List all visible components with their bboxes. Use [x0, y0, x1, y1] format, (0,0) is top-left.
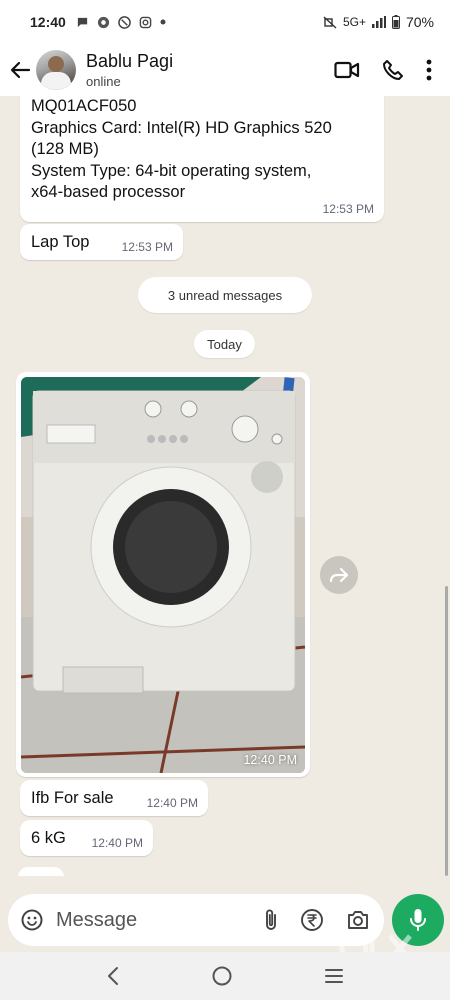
voice-call-button[interactable]: [382, 59, 404, 81]
battery-percent: 70%: [405, 14, 434, 30]
typing-indicator: [18, 867, 64, 876]
message-composer: [8, 894, 384, 946]
status-time: 12:40: [30, 14, 66, 30]
message-time: 12:40 PM: [146, 796, 198, 810]
message-time: 12:40 PM: [91, 836, 143, 850]
avatar[interactable]: [36, 50, 76, 90]
typing-dot: [47, 875, 53, 876]
typing-dot: [38, 875, 44, 876]
nav-recents-button[interactable]: [324, 967, 344, 985]
contact-name: Bablu Pagi: [86, 51, 174, 71]
contact-info[interactable]: Bablu Pagi online: [86, 51, 173, 89]
back-nav-icon: [107, 967, 118, 985]
message-text: Ifb For sale: [31, 789, 114, 807]
more-options-button[interactable]: [426, 59, 432, 81]
date-divider: Today: [194, 330, 255, 358]
more-vert-icon: [426, 59, 432, 81]
spec-line-2: Graphics Card: Intel(R) HD Graphics 520: [31, 118, 332, 137]
image-time: 12:40 PM: [243, 753, 297, 767]
forward-icon: [329, 567, 349, 583]
message-bubble-sale[interactable]: Ifb For sale 12:40 PM: [20, 780, 208, 816]
voice-call-icon: [383, 60, 403, 80]
instagram-icon: [139, 16, 152, 28]
status-right: 5G+ 70%: [323, 14, 434, 30]
chrome-icon: [97, 16, 109, 28]
message-time: 12:53 PM: [121, 240, 173, 254]
video-call-icon: [334, 61, 360, 79]
forward-button[interactable]: [320, 556, 358, 594]
spec-line-4: System Type: 64-bit operating system,: [31, 161, 312, 180]
message-bubble-laptop[interactable]: Lap Top 12:53 PM: [20, 224, 183, 260]
chat-icon: [77, 17, 87, 27]
unread-messages-banner: 3 unread messages: [138, 277, 312, 313]
system-nav-bar: [0, 952, 450, 1000]
signal-icon: [371, 16, 386, 28]
message-text: 6 kG: [31, 829, 66, 847]
emoji-icon: [21, 909, 43, 931]
scrollbar[interactable]: [445, 586, 448, 876]
back-button[interactable]: [4, 50, 36, 90]
battery-icon: [391, 15, 400, 29]
washing-machine-illustration: [21, 377, 305, 773]
washing-machine-photo[interactable]: 12:40 PM: [21, 377, 305, 773]
header-actions: [334, 59, 432, 81]
message-bubble-image[interactable]: 12:40 PM: [16, 372, 310, 777]
recents-nav-icon: [325, 969, 344, 983]
spec-line-1: MQ01ACF050: [31, 97, 137, 115]
chat-area[interactable]: MQ01ACF050 Graphics Card: Intel(R) HD Gr…: [0, 96, 450, 876]
message-time: 12:53 PM: [322, 202, 374, 216]
status-bar: 12:40 5G+ 70%: [0, 0, 450, 44]
notification-icons: [76, 15, 166, 29]
attach-button[interactable]: [264, 908, 278, 932]
message-text: Lap Top: [31, 233, 90, 251]
nav-back-button[interactable]: [106, 966, 120, 986]
chat-header: Bablu Pagi online: [0, 44, 450, 96]
video-call-button[interactable]: [334, 60, 360, 80]
spec-line-5: x64-based processor: [31, 183, 186, 201]
rupee-icon: [301, 909, 323, 931]
emoji-button[interactable]: [20, 908, 44, 932]
payment-button[interactable]: [300, 908, 324, 932]
attach-icon: [266, 909, 276, 930]
message-bubble-weight[interactable]: 6 kG 12:40 PM: [20, 820, 153, 856]
message-input[interactable]: [56, 908, 216, 932]
nav-home-button[interactable]: [211, 965, 233, 987]
vpn-icon: [117, 15, 131, 29]
message-bubble-specs[interactable]: MQ01ACF050 Graphics Card: Intel(R) HD Gr…: [20, 96, 384, 222]
arrow-left-icon: [10, 61, 31, 79]
mute-icon: [323, 15, 337, 29]
home-nav-icon: [212, 966, 232, 986]
network-label: 5G+: [342, 15, 366, 29]
typing-dot: [29, 875, 35, 876]
dot-icon: [160, 19, 166, 25]
contact-status: online: [86, 74, 121, 89]
spec-line-3: (128 MB): [31, 140, 99, 158]
